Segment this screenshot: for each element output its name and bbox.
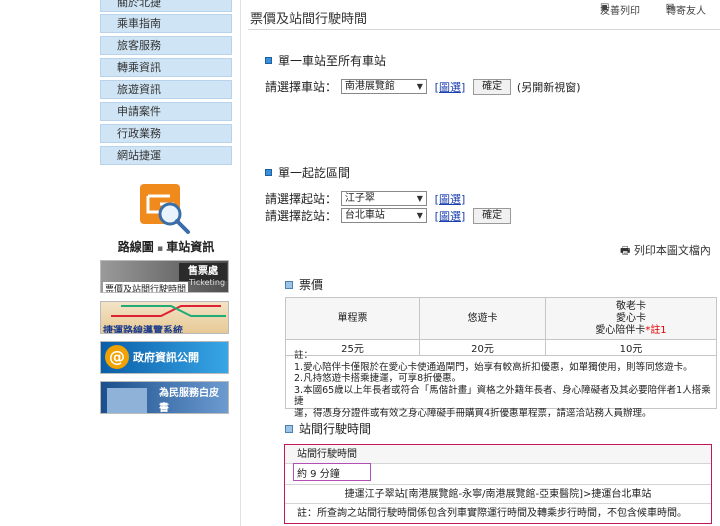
at-sign-icon: @ [105, 345, 129, 369]
printer-icon: 🖶 [620, 244, 631, 257]
fare-notes: 註： 1.愛心陪伴卡僅限於在愛心卡使通過閘門，始享有較高折扣優惠，如單獨使用，則… [294, 350, 711, 419]
start-map-link[interactable]: [圖選] [435, 193, 466, 206]
route-map-icon[interactable] [140, 184, 192, 236]
sidebar-item-administration[interactable]: 行政業務 [100, 124, 232, 143]
fare-col-easycard: 悠遊卡 [419, 297, 546, 340]
banner-gov-info[interactable]: @ 政府資訊公開 [100, 341, 229, 374]
end-map-link[interactable]: [圖選] [435, 210, 466, 223]
people-photo [107, 388, 147, 413]
start-station-row: 請選擇起站： 江子翠 ▼ [圖選] [265, 191, 466, 206]
single-station-heading: 單一車站至所有車站 [265, 52, 386, 69]
sidebar-item-riding-guide[interactable]: 乘車指南 [100, 14, 232, 33]
station-map-link[interactable]: [圖選] [435, 81, 466, 94]
fare-col-concession: 敬老卡 愛心卡 愛心陪伴卡*註1 [545, 297, 717, 340]
travel-time-heading: 站間行駛時間 [285, 420, 371, 437]
bullet-icon [265, 57, 272, 64]
bullet-icon [265, 169, 272, 176]
start-station-select[interactable]: 江子翠 ▼ [340, 191, 427, 206]
travel-time-table: 站間行駛時間 約 9 分鐘 捷運江子翠站[南港展覽館-永寧/南港展覽館-亞東醫院… [284, 444, 712, 524]
fare-col-single: 單程票 [285, 297, 420, 340]
dropdown-arrow-icon: ▼ [416, 211, 423, 220]
travel-time-note: 註：所查詢之站間行駛時間係包含列車實際運行時間及轉乘步行時間，不包含候車時間。 [297, 508, 687, 519]
end-station-row: 請選擇訖站： 台北車站 ▼ [圖選] 確定 [265, 207, 512, 224]
dropdown-arrow-icon: ▼ [416, 82, 423, 91]
sidebar-item-transfer-info[interactable]: 轉乘資訊 [100, 58, 232, 77]
bullet-icon [285, 281, 293, 289]
travel-time-route: 捷運江子翠站[南港展覽館-永寧/南港展覽館-亞東醫院]>捷運台北車站 [285, 485, 711, 504]
sidebar-item-travel-info[interactable]: 旅遊資訊 [100, 80, 232, 99]
sidebar-item-customer-service[interactable]: 旅客服務 [100, 36, 232, 55]
new-window-note: (另開新視窗) [516, 80, 581, 94]
route-station-info-title[interactable]: 路線圖 ▪ 車站資訊 [116, 238, 216, 255]
dropdown-arrow-icon: ▼ [416, 194, 423, 203]
sidebar-item-applications[interactable]: 申請案件 [100, 102, 232, 121]
single-station-row: 請選擇車站： 南港展覽館 ▼ [圖選] 確定 (另開新視窗) [265, 78, 581, 95]
range-heading: 單一起訖區間 [265, 164, 350, 181]
value-highlight-box [293, 463, 371, 481]
single-station-confirm-button[interactable]: 確定 [473, 78, 512, 95]
fare-heading: 票價 [285, 276, 323, 293]
banner-whitepaper[interactable]: 為民服務白皮書 [100, 381, 229, 414]
end-station-select[interactable]: 台北車站 ▼ [340, 208, 427, 223]
station-select[interactable]: 南港展覽館 ▼ [340, 79, 427, 94]
sidebar-item-web-metro[interactable]: 網站捷運 [100, 146, 232, 165]
title-rule [248, 29, 720, 30]
banner-ticketing[interactable]: 售票處 Ticketing 票價及站間行駛時間 [100, 260, 229, 293]
content-divider [240, 0, 241, 526]
sidebar-item-about[interactable]: 關於北捷 [100, 0, 232, 12]
bullet-icon [285, 425, 293, 433]
print-content-link[interactable]: 🖶 列印本圖文檔內 [620, 242, 711, 261]
travel-time-header: 站間行駛時間 [285, 445, 711, 464]
range-confirm-button[interactable]: 確定 [473, 207, 512, 224]
top-links: ▣ 友善列印 ✉ 轉寄友人 [600, 2, 706, 17]
page-title: 票價及站間行駛時間 [250, 12, 368, 27]
banner-route-guide[interactable]: 捷運路線導覽系統 [100, 301, 229, 334]
